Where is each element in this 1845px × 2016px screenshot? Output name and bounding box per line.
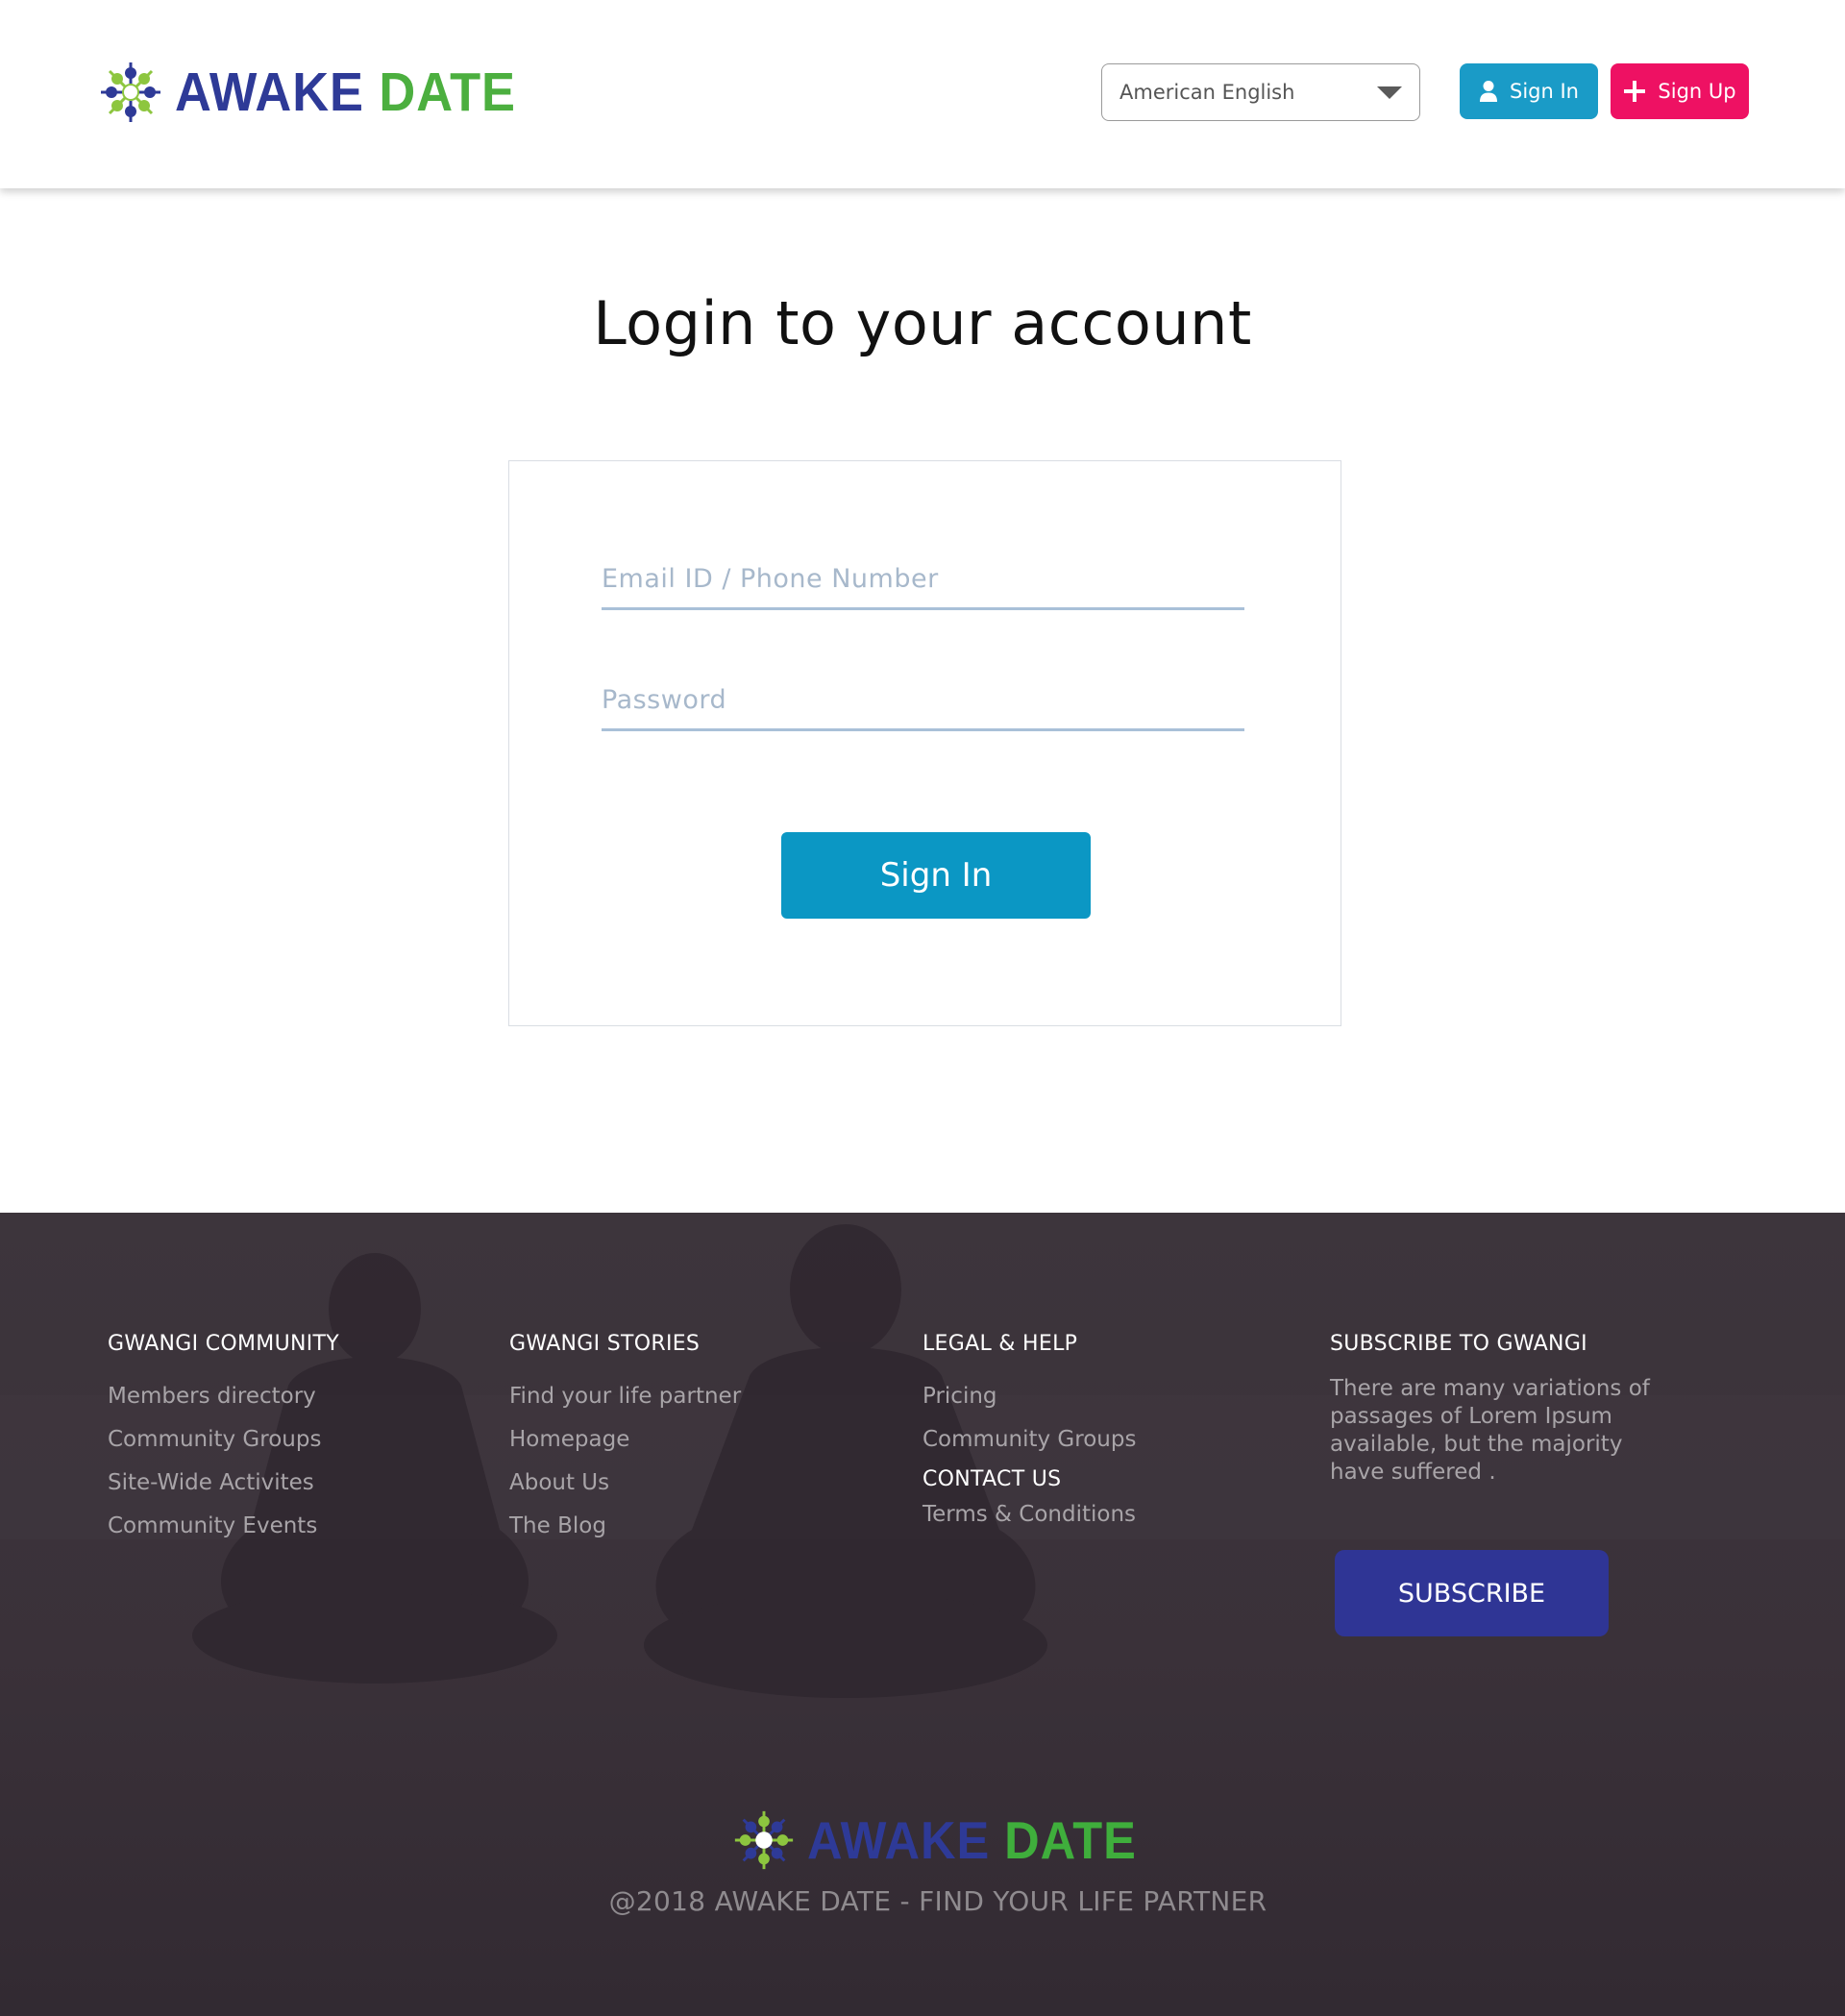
page-title: Login to your account	[593, 288, 1252, 358]
header-sign-in-button[interactable]: Sign In	[1460, 63, 1598, 119]
footer-logo-wordmark: AWAKE DATE	[807, 1813, 1137, 1867]
footer-heading-stories: GWANGI STORIES	[509, 1332, 701, 1356]
site-header: AWAKE DATE American English Sign In Sign…	[0, 0, 1845, 188]
footer-link-terms[interactable]: Terms & Conditions	[922, 1493, 1136, 1537]
header-sign-up-label: Sign Up	[1658, 80, 1736, 103]
language-select[interactable]: American English	[1101, 63, 1420, 121]
footer-col-community: GWANGI COMMUNITY Members directory Commu…	[108, 1332, 339, 1548]
footer-link-members-directory[interactable]: Members directory	[108, 1375, 339, 1418]
footer-link-community-events[interactable]: Community Events	[108, 1505, 339, 1548]
footer-link-the-blog[interactable]: The Blog	[509, 1505, 741, 1548]
password-input[interactable]	[602, 671, 1244, 728]
email-field	[602, 550, 1244, 610]
password-field	[602, 671, 1244, 731]
footer-heading-contact: CONTACT US	[922, 1467, 1062, 1491]
footer-heading-community: GWANGI COMMUNITY	[108, 1332, 339, 1356]
email-input[interactable]	[602, 550, 1244, 607]
footer-logo[interactable]: AWAKE DATE	[730, 1807, 1166, 1874]
footer-heading-subscribe: SUBSCRIBE TO GWANGI	[1330, 1332, 1587, 1356]
header-sign-in-label: Sign In	[1510, 80, 1579, 103]
footer-col-stories: GWANGI STORIES Find your life partner Ho…	[509, 1332, 741, 1548]
subscribe-button[interactable]: SUBSCRIBE	[1335, 1550, 1609, 1636]
user-icon	[1479, 80, 1498, 103]
footer-link-legal-community-groups[interactable]: Community Groups	[922, 1418, 1136, 1462]
site-footer: GWANGI COMMUNITY Members directory Commu…	[0, 1213, 1845, 2016]
footer-link-pricing[interactable]: Pricing	[922, 1375, 1136, 1418]
footer-col-subscribe: SUBSCRIBE TO GWANGI There are many varia…	[1330, 1332, 1657, 1487]
footer-link-site-wide-activites[interactable]: Site-Wide Activites	[108, 1462, 339, 1505]
footer-link-find-life-partner[interactable]: Find your life partner	[509, 1375, 741, 1418]
plus-icon	[1623, 80, 1646, 103]
caret-down-icon	[1377, 86, 1402, 99]
footer-heading-legal: LEGAL & HELP	[922, 1332, 1078, 1356]
logo-word-date: DATE	[379, 61, 516, 123]
flower-burst-icon	[101, 62, 160, 122]
footer-link-about-us[interactable]: About Us	[509, 1462, 741, 1505]
subscribe-description: There are many variations of passages of…	[1330, 1376, 1650, 1485]
footer-link-homepage[interactable]: Homepage	[509, 1418, 741, 1462]
header-sign-up-button[interactable]: Sign Up	[1611, 63, 1749, 119]
footer-col-legal: LEGAL & HELP Pricing Community Groups CO…	[922, 1332, 1136, 1537]
logo-wordmark: AWAKE DATE	[175, 64, 516, 120]
footer-link-community-groups[interactable]: Community Groups	[108, 1418, 339, 1462]
footer-logo-word-awake: AWAKE	[807, 1809, 991, 1870]
logo-word-awake: AWAKE	[175, 61, 364, 123]
flower-burst-icon	[734, 1810, 794, 1870]
footer-logo-word-date: DATE	[1004, 1809, 1137, 1870]
sign-in-button[interactable]: Sign In	[781, 832, 1091, 919]
site-logo[interactable]: AWAKE DATE	[96, 58, 546, 127]
login-form: Sign In	[508, 460, 1341, 1026]
language-select-value: American English	[1119, 81, 1295, 104]
copyright-text: @2018 AWAKE DATE - FIND YOUR LIFE PARTNE…	[608, 1885, 1267, 1917]
